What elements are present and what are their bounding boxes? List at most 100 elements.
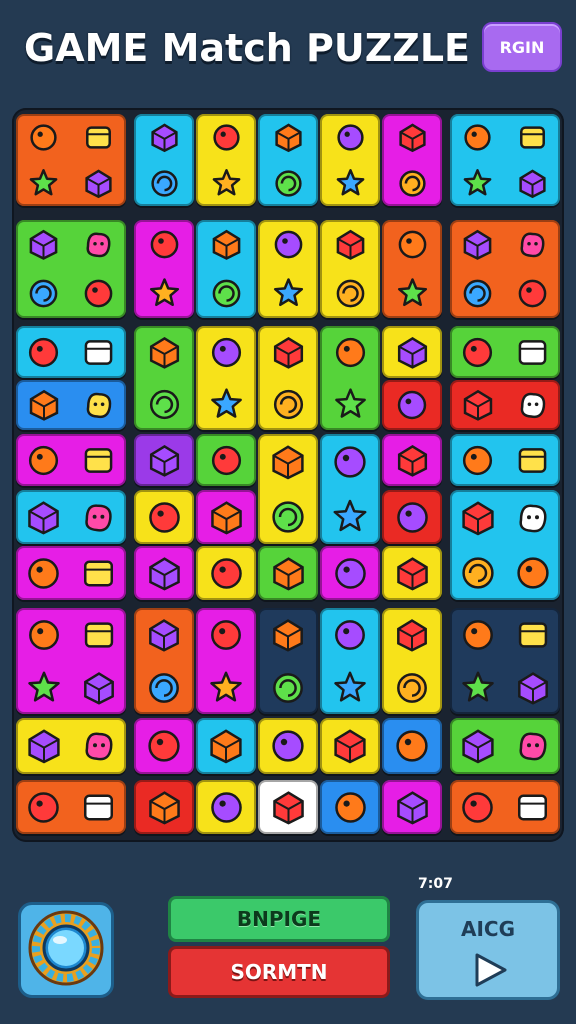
puzzle-tile[interactable] (450, 326, 560, 378)
puzzle-tile[interactable] (320, 718, 380, 774)
puzzle-tile[interactable] (196, 114, 256, 206)
puzzle-tile[interactable] (450, 434, 560, 486)
puzzle-tile[interactable] (196, 718, 256, 774)
box-icon (505, 434, 560, 486)
plant-icon (505, 326, 560, 378)
puzzle-tile[interactable] (320, 434, 380, 544)
puzzle-tile[interactable] (450, 608, 560, 714)
puzzle-tile[interactable] (258, 546, 318, 600)
puzzle-tile[interactable] (382, 380, 442, 430)
puzzle-tile[interactable] (134, 220, 194, 318)
crown-icon (71, 780, 126, 834)
puzzle-tile[interactable] (382, 546, 442, 600)
leaf-icon (320, 718, 380, 774)
puzzle-tile[interactable] (450, 220, 560, 318)
puzzle-tile[interactable] (382, 490, 442, 544)
puzzle-tile[interactable] (16, 490, 126, 544)
red-action-button[interactable]: SORMTN (168, 946, 390, 998)
puzzle-tile[interactable] (382, 220, 442, 318)
puzzle-tile[interactable] (196, 326, 256, 430)
puzzle-tile[interactable] (258, 780, 318, 834)
puzzle-tile[interactable] (382, 434, 442, 486)
puzzle-tile[interactable] (320, 608, 380, 714)
star-icon (16, 780, 71, 834)
puzzle-tile[interactable] (450, 490, 560, 600)
dice-icon (196, 434, 256, 486)
puzzle-tile[interactable] (134, 608, 194, 714)
puzzle-tile[interactable] (320, 326, 380, 430)
play-button[interactable]: AICG (416, 900, 560, 1000)
puzzle-tile[interactable] (134, 114, 194, 206)
puzzle-tile[interactable] (258, 114, 318, 206)
shuffle-button[interactable] (18, 902, 114, 998)
puzzle-tile[interactable] (382, 608, 442, 714)
puzzle-tile[interactable] (450, 380, 560, 430)
puzzle-tile[interactable] (134, 780, 194, 834)
puzzle-tile[interactable] (258, 326, 318, 430)
bag-icon (450, 326, 505, 378)
puzzle-tile[interactable] (16, 220, 126, 318)
puzzle-tile[interactable] (320, 114, 380, 206)
puzzle-tile[interactable] (320, 546, 380, 600)
puzzle-tile[interactable] (134, 326, 194, 430)
puzzle-tile[interactable] (196, 608, 256, 714)
puzzle-tile[interactable] (320, 780, 380, 834)
grape-icon (16, 718, 71, 774)
puzzle-tile[interactable] (258, 608, 318, 714)
pencil-icon (71, 490, 126, 544)
swirl-icon (382, 380, 442, 430)
star-icon (320, 160, 380, 206)
puzzle-tile[interactable] (196, 220, 256, 318)
puzzle-tile[interactable] (16, 780, 126, 834)
envelope-icon (258, 489, 318, 544)
pouch-icon (505, 780, 560, 834)
puzzle-tile[interactable] (134, 434, 194, 486)
puzzle-tile[interactable] (16, 608, 126, 714)
gem-icon (196, 326, 256, 378)
gem-icon (505, 220, 560, 269)
puzzle-tile[interactable] (382, 114, 442, 206)
login-button[interactable]: RGIN (482, 22, 562, 72)
puzzle-tile[interactable] (196, 434, 256, 486)
puzzle-tile[interactable] (320, 220, 380, 318)
blob-icon (16, 220, 71, 269)
cube-icon (382, 490, 442, 544)
puzzle-tile[interactable] (134, 546, 194, 600)
puzzle-tile[interactable] (196, 780, 256, 834)
music-icon (258, 434, 318, 489)
puzzle-tile[interactable] (16, 546, 126, 600)
puzzle-tile[interactable] (16, 434, 126, 486)
star-icon (258, 780, 318, 834)
puzzle-tile[interactable] (134, 718, 194, 774)
puzzle-tile[interactable] (196, 546, 256, 600)
ticket-icon (134, 490, 194, 544)
puzzle-tile[interactable] (382, 780, 442, 834)
puzzle-tile[interactable] (382, 718, 442, 774)
apple-icon (16, 546, 71, 600)
hook-icon (258, 160, 318, 206)
star-icon (134, 220, 194, 269)
puzzle-tile[interactable] (258, 220, 318, 318)
box-icon (71, 608, 126, 661)
crown-icon (258, 114, 318, 160)
puzzle-tile[interactable] (196, 490, 256, 544)
fish-icon (258, 718, 318, 774)
puzzle-tile[interactable] (134, 490, 194, 544)
puzzle-tile[interactable] (16, 326, 126, 378)
puzzle-tile[interactable] (258, 434, 318, 544)
puzzle-tile[interactable] (16, 718, 126, 774)
gear-icon (382, 434, 442, 486)
cube-icon (134, 326, 194, 378)
puzzle-tile[interactable] (258, 718, 318, 774)
puzzle-tile[interactable] (450, 114, 560, 206)
puzzle-tile[interactable] (382, 326, 442, 378)
tools-icon (450, 380, 505, 430)
puzzle-tile[interactable] (16, 380, 126, 430)
puzzle-tile[interactable] (450, 780, 560, 834)
green-action-button[interactable]: BNPIGE (168, 896, 390, 942)
star-icon (196, 160, 256, 206)
splat-icon (16, 269, 71, 318)
puzzle-tile[interactable] (16, 114, 126, 206)
tool-icon (16, 661, 71, 714)
puzzle-tile[interactable] (450, 718, 560, 774)
